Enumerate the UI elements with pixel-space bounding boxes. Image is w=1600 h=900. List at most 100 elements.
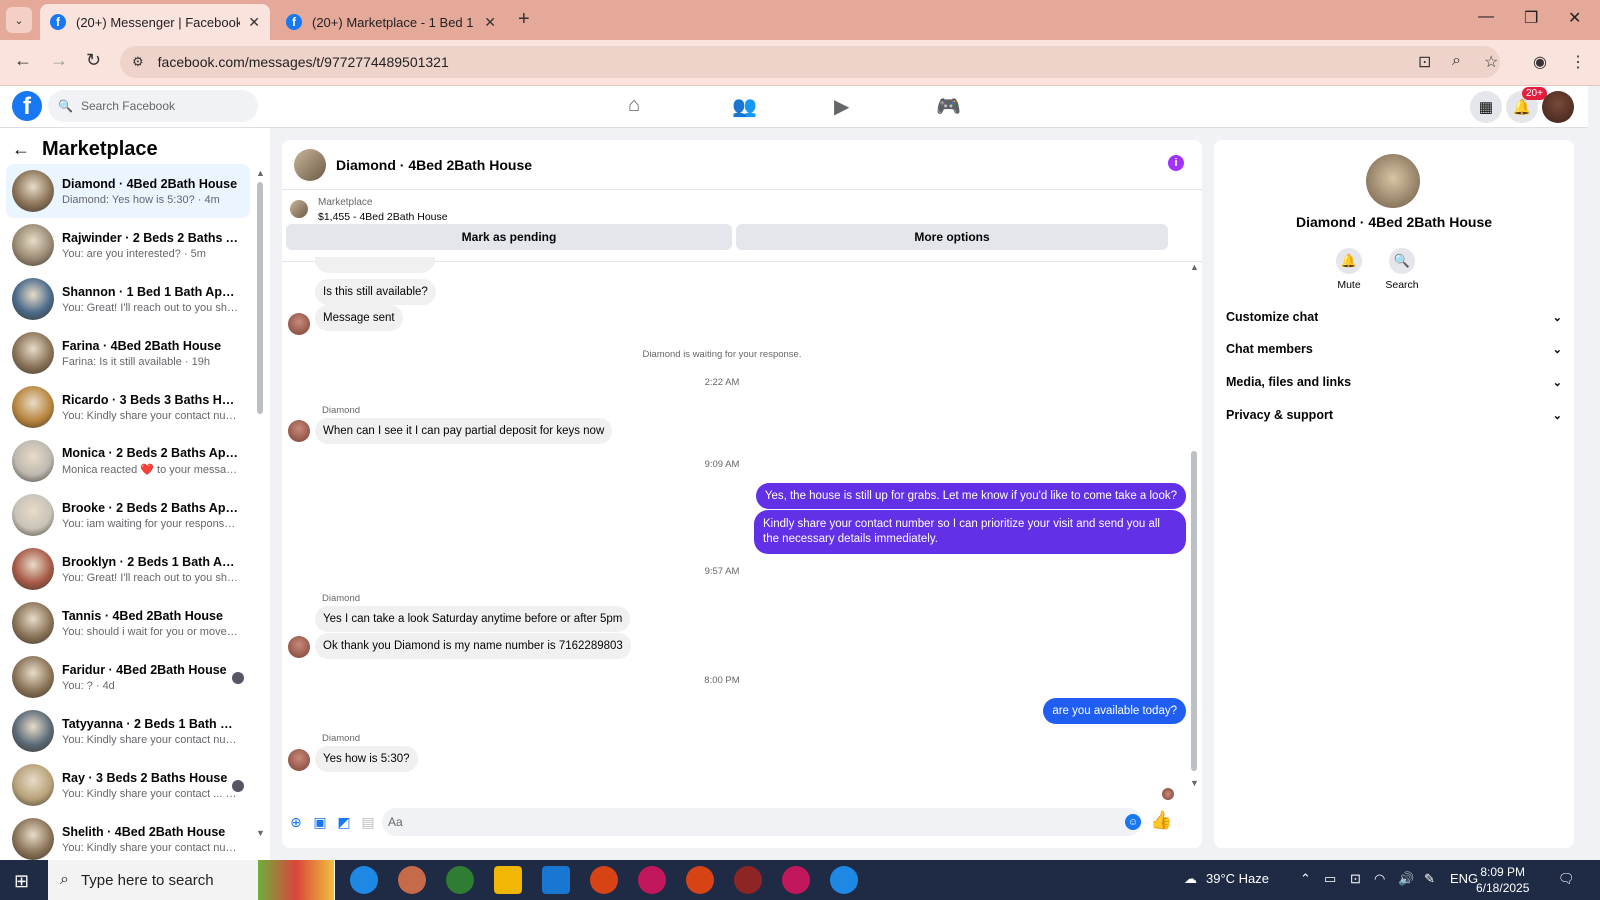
scroll-down-icon[interactable]: ▼ — [1190, 778, 1199, 788]
conversation-item[interactable]: Brooke · 2 Beds 2 Baths Apartm... You: ia… — [6, 488, 250, 542]
chrome-icon[interactable] — [590, 866, 618, 894]
install-app-icon[interactable]: ⊡ — [1418, 52, 1431, 72]
conversation-item[interactable]: Diamond · 4Bed 2Bath House Diamond: Yes h… — [6, 164, 250, 218]
friends-icon[interactable]: 👥 — [732, 94, 757, 119]
language-indicator[interactable]: ENG — [1450, 871, 1478, 886]
sender-avatar[interactable] — [288, 313, 310, 335]
volume-icon[interactable]: 🔊 — [1398, 871, 1414, 887]
conversation-item[interactable]: Brooklyn · 2 Beds 1 Bath Apart... You: Gr… — [6, 542, 250, 596]
conversation-item[interactable]: Faridur · 4Bed 2Bath House You: ? · 4d — [6, 650, 250, 704]
chrome-profile-icon[interactable] — [446, 866, 474, 894]
info-icon[interactable]: i — [1168, 155, 1184, 171]
listing-thumbnail[interactable] — [290, 200, 308, 218]
battery-icon[interactable]: ▭ — [1324, 871, 1336, 887]
chrome-icon[interactable] — [638, 866, 666, 894]
wifi-icon[interactable]: ◠ — [1374, 871, 1385, 887]
sender-avatar[interactable] — [288, 636, 310, 658]
conversation-item[interactable]: Ray · 3 Beds 2 Baths House You: Kindly sh… — [6, 758, 250, 812]
weather-text[interactable]: 39°C Haze — [1206, 871, 1269, 886]
emoji-icon[interactable]: ☺ — [1125, 814, 1141, 830]
device-icon[interactable]: ⊡ — [1350, 871, 1361, 887]
photos-app-icon[interactable] — [542, 866, 570, 894]
mark-as-pending-button[interactable]: Mark as pending — [286, 224, 732, 250]
scroll-thumb[interactable] — [257, 182, 263, 414]
minimize-icon[interactable]: — — [1478, 8, 1494, 26]
conversation-scrollbar[interactable]: ▲ ▼ — [256, 168, 265, 838]
gaming-icon[interactable]: 🎮 — [936, 94, 961, 119]
conversation-item[interactable]: Monica · 2 Beds 2 Baths Apart... Monica r… — [6, 434, 250, 488]
account-avatar[interactable] — [1542, 91, 1574, 123]
app-icon[interactable] — [398, 866, 426, 894]
taskbar-clock[interactable]: 8:09 PM 6/18/2025 — [1476, 864, 1529, 896]
tab-messenger[interactable]: f (20+) Messenger | Facebook ✕ — [40, 4, 270, 40]
chrome-icon[interactable] — [830, 866, 858, 894]
chrome-icon[interactable] — [686, 866, 714, 894]
restore-icon[interactable]: ❐ — [1524, 8, 1538, 28]
contact-avatar[interactable] — [1366, 154, 1420, 208]
gif-icon[interactable]: ▤ — [360, 814, 376, 830]
mute-button[interactable]: 🔔 Mute — [1324, 248, 1374, 291]
scroll-down-icon[interactable]: ▼ — [256, 828, 265, 838]
notifications-button[interactable]: 🔔 20+ — [1506, 87, 1547, 123]
back-icon[interactable]: ← — [14, 50, 32, 71]
chat-scrollbar[interactable]: ▲ ▼ — [1190, 262, 1199, 793]
tab-marketplace[interactable]: f (20+) Marketplace - 1 Bed 1 Ba ✕ — [276, 4, 506, 40]
new-tab-icon[interactable]: + — [518, 8, 530, 31]
windows-start-icon[interactable]: ⊞ — [14, 871, 29, 892]
chat-avatar[interactable] — [294, 148, 326, 181]
close-window-icon[interactable]: ✕ — [1568, 8, 1581, 28]
video-icon[interactable]: ▶ — [834, 94, 849, 119]
conversation-item[interactable]: Farina · 4Bed 2Bath House Farina: Is it s… — [6, 326, 250, 380]
conversation-item[interactable]: Shannon · 1 Bed 1 Bath Apartm... You: Gre… — [6, 272, 250, 326]
scroll-up-icon[interactable]: ▲ — [1190, 262, 1199, 272]
plus-circle-icon[interactable]: ⊕ — [288, 814, 304, 830]
sender-avatar[interactable] — [288, 420, 310, 442]
thumbs-up-icon[interactable]: 👍 — [1150, 810, 1172, 831]
profile-icon[interactable]: ◉ — [1533, 52, 1547, 72]
site-info-icon[interactable]: ⚙ — [132, 54, 144, 70]
address-bar[interactable]: ⚙ facebook.com/messages/t/97727744895013… — [120, 46, 1500, 78]
listing-price-title[interactable]: $1,455 - 4Bed 2Bath House — [318, 211, 448, 223]
conversation-item[interactable]: Ricardo · 3 Beds 3 Baths House You: Kindl… — [6, 380, 250, 434]
conversation-item[interactable]: Tannis · 4Bed 2Bath House You: should i w… — [6, 596, 250, 650]
menu-grid-icon[interactable]: ▦ — [1470, 91, 1502, 123]
section-customize-chat[interactable]: Customize chat ⌄ — [1226, 303, 1562, 331]
file-explorer-icon[interactable] — [494, 866, 522, 894]
photo-icon[interactable]: ▣ — [312, 814, 328, 830]
forward-icon[interactable]: → — [50, 50, 68, 71]
close-tab-icon[interactable]: ✕ — [248, 14, 260, 31]
weather-icon[interactable]: ☁ — [1184, 871, 1197, 887]
conversation-item[interactable]: Tatyyanna · 2 Beds 1 Bath House You: Kind… — [6, 704, 250, 758]
reload-icon[interactable]: ↻ — [86, 50, 101, 71]
tab-search-dropdown[interactable]: ⌄ — [6, 7, 32, 33]
scroll-up-icon[interactable]: ▲ — [256, 168, 265, 178]
chrome-icon[interactable] — [782, 866, 810, 894]
section-media-files-links[interactable]: Media, files and links ⌄ — [1226, 368, 1562, 396]
section-privacy-support[interactable]: Privacy & support ⌄ — [1226, 401, 1562, 429]
conversation-preview: Diamond: Yes how is 5:30? · 4m — [62, 193, 220, 206]
facebook-logo-icon[interactable]: f — [12, 91, 42, 121]
conversation-item[interactable]: Shelith · 4Bed 2Bath House You: Kindly sh… — [6, 812, 250, 860]
message-input[interactable]: Aa — [382, 808, 1142, 836]
home-icon[interactable]: ⌂ — [628, 94, 640, 117]
sticker-icon[interactable]: ◩ — [336, 814, 352, 830]
scroll-thumb[interactable] — [1191, 451, 1197, 771]
facebook-search-input[interactable]: 🔍 Search Facebook — [48, 90, 258, 122]
close-tab-icon[interactable]: ✕ — [484, 14, 496, 31]
menu-kebab-icon[interactable]: ⋮ — [1570, 52, 1586, 72]
page-scrollbar[interactable] — [1588, 86, 1600, 860]
notification-center-icon[interactable]: 🗨 — [1558, 871, 1575, 887]
conversation-item[interactable]: Rajwinder · 2 Beds 2 Baths Apar... You: a… — [6, 218, 250, 272]
chevron-up-icon[interactable]: ⌃ — [1300, 871, 1311, 887]
search-conversation-button[interactable]: 🔍 Search — [1377, 248, 1427, 291]
chrome-icon-active[interactable] — [734, 866, 762, 894]
bookmark-star-icon[interactable]: ☆ — [1484, 52, 1498, 72]
pen-icon[interactable]: ✎ — [1424, 871, 1435, 887]
chat-title[interactable]: Diamond · 4Bed 2Bath House — [336, 157, 532, 173]
sender-avatar[interactable] — [288, 749, 310, 771]
back-arrow-icon[interactable]: ← — [12, 139, 30, 160]
edge-app-icon[interactable] — [350, 866, 378, 894]
section-chat-members[interactable]: Chat members ⌄ — [1226, 335, 1562, 363]
more-options-button[interactable]: More options — [736, 224, 1168, 250]
zoom-icon[interactable]: ⌕ — [1452, 52, 1461, 70]
